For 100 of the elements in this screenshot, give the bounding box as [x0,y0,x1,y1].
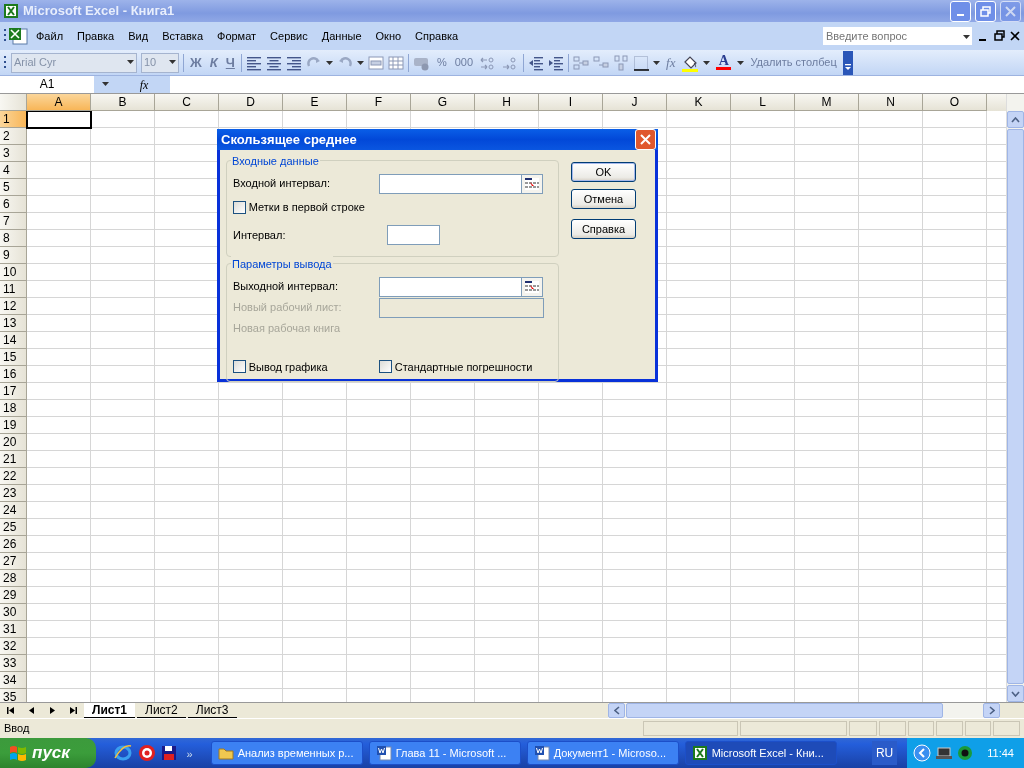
row-header[interactable]: 6 [0,196,27,213]
column-header[interactable]: H [475,94,539,111]
sheet-tab[interactable]: Лист1 [84,703,136,718]
row-header[interactable]: 15 [0,349,27,366]
sheet-tab[interactable]: Лист3 [187,703,237,718]
row-header[interactable]: 21 [0,451,27,468]
row-header[interactable]: 13 [0,315,27,332]
menu-item[interactable]: Вставка [155,25,210,47]
row-header[interactable]: 27 [0,553,27,570]
first-sheet-icon[interactable] [6,706,15,715]
checkbox[interactable] [379,360,392,374]
align-center-icon[interactable] [265,54,282,71]
row-header[interactable]: 12 [0,298,27,315]
taskbar-button[interactable]: Глава 11 - Microsoft ... [368,741,521,765]
dialog-button[interactable]: Справка [571,219,636,239]
row-header[interactable]: 10 [0,264,27,281]
column-header[interactable]: F [347,94,411,111]
font-color-button[interactable]: A [714,52,734,73]
column-header[interactable]: A [27,94,91,111]
question-field[interactable]: Введите вопрос [823,27,961,45]
column-header[interactable]: L [731,94,795,111]
menu-item[interactable]: Вид [121,25,156,47]
row-header[interactable]: 19 [0,417,27,434]
column-header[interactable]: G [411,94,475,111]
column-header[interactable]: O [923,94,987,111]
checkbox[interactable] [233,200,246,214]
row-header[interactable]: 33 [0,655,27,672]
row-header[interactable]: 4 [0,162,27,179]
column-header[interactable]: C [155,94,219,111]
align-right-icon[interactable] [285,54,302,71]
column-header[interactable]: K [667,94,731,111]
align-left-icon[interactable] [245,54,262,71]
menu-item[interactable]: Окно [368,25,409,47]
row-header[interactable]: 1 [0,111,27,128]
close-button[interactable] [635,129,656,150]
start-button[interactable]: пуск [0,738,96,768]
input-field[interactable] [379,276,521,297]
row-header[interactable]: 32 [0,638,27,655]
insert-cells-icon[interactable] [573,54,590,71]
borders-icon[interactable] [633,54,650,71]
dropdown-caret-icon[interactable] [102,82,110,87]
close-icon[interactable] [1010,31,1020,41]
menu-item[interactable]: Формат [210,25,264,47]
laptop-icon[interactable] [935,745,954,761]
column-header[interactable]: I [539,94,603,111]
checkbox[interactable] [233,360,246,374]
cell-cursor[interactable] [26,111,92,129]
taskbar-button[interactable]: Microsoft Excel - Кни... [684,741,837,765]
column-header[interactable]: J [603,94,667,111]
sheet-tab[interactable]: Лист2 [137,703,186,718]
row-header[interactable]: 17 [0,383,27,400]
language-indicator[interactable]: RU [871,741,898,765]
column-header[interactable]: N [859,94,923,111]
row-header[interactable]: 20 [0,434,27,451]
more-button[interactable]: » [182,745,197,763]
row-header[interactable]: 16 [0,366,27,383]
dialog-button[interactable]: Отмена [571,189,636,209]
decrease-indent-icon[interactable] [528,54,545,71]
input-field[interactable] [379,173,521,194]
browser-icon[interactable] [114,744,132,762]
toolbar-options-icon[interactable] [842,50,853,75]
menu-item[interactable]: Правка [70,25,122,47]
row-header[interactable]: 18 [0,400,27,417]
scroll-down-button[interactable] [1007,685,1024,702]
row-header[interactable]: 24 [0,502,27,519]
row-header[interactable]: 31 [0,621,27,638]
dropdown-caret-icon[interactable] [961,27,972,45]
webcam-icon[interactable] [957,745,974,761]
menu-item[interactable]: Файл [29,25,71,47]
show-hidden-icon[interactable] [913,744,932,762]
lifebuoy-icon[interactable] [137,744,156,762]
row-header[interactable]: 3 [0,145,27,162]
row-header[interactable]: 7 [0,213,27,230]
scroll-thumb[interactable] [1007,129,1024,684]
minimize-button[interactable] [950,0,971,22]
row-header[interactable]: 35 [0,689,27,702]
restore-icon[interactable] [993,30,1005,42]
row-header[interactable]: 30 [0,604,27,621]
last-sheet-icon[interactable] [69,706,78,715]
previous-sheet-icon[interactable] [27,706,36,715]
scroll-up-button[interactable] [1007,111,1024,128]
row-header[interactable]: 8 [0,230,27,247]
column-header[interactable]: B [91,94,155,111]
taskbar-button[interactable]: Документ1 - Microso... [526,741,679,765]
row-header[interactable]: 9 [0,247,27,264]
column-header[interactable]: D [219,94,283,111]
row-header[interactable]: 5 [0,179,27,196]
row-header[interactable]: 34 [0,672,27,689]
range-select-button[interactable] [521,173,543,194]
row-header[interactable]: 22 [0,468,27,485]
function-label[interactable]: fx [118,76,170,93]
next-sheet-icon[interactable] [48,706,57,715]
range-select-button[interactable] [521,276,543,297]
scroll-right-button[interactable] [983,703,1000,718]
row-header[interactable]: 23 [0,485,27,502]
row-header[interactable]: 2 [0,128,27,145]
restore-button[interactable] [975,0,996,22]
menu-item[interactable]: Справка [408,25,466,47]
merge-cells-icon[interactable] [367,54,384,71]
row-header[interactable]: 25 [0,519,27,536]
